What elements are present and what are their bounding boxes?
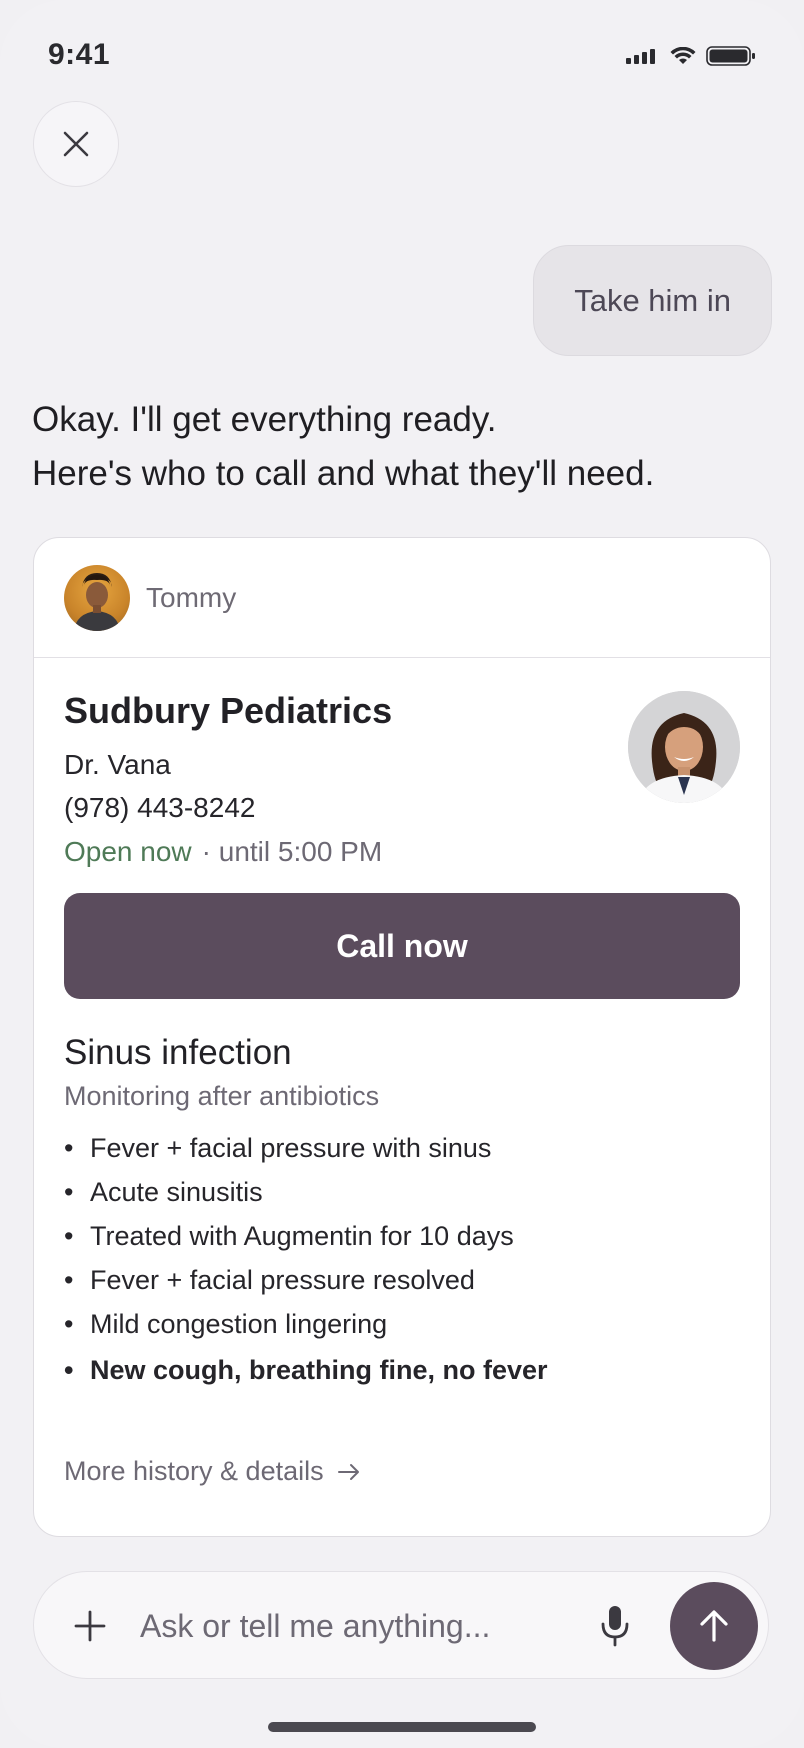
doctor-photo xyxy=(628,691,740,803)
assistant-line: Here's who to call and what they'll need… xyxy=(32,454,655,493)
phone-screen: 9:41 Take him in Okay. I'll get everythi… xyxy=(0,0,804,1748)
arrow-up-icon xyxy=(700,1610,728,1642)
list-item: Mild congestion lingering xyxy=(64,1302,548,1346)
close-icon xyxy=(63,131,89,157)
condition-title: Sinus infection xyxy=(64,1033,292,1072)
more-history-link[interactable]: More history & details xyxy=(64,1456,360,1487)
condition-history-list: Fever + facial pressure with sinus Acute… xyxy=(64,1126,548,1392)
list-item: Fever + facial pressure with sinus xyxy=(64,1126,548,1170)
patient-avatar xyxy=(64,564,130,631)
call-now-button[interactable]: Call now xyxy=(64,893,740,999)
home-indicator[interactable] xyxy=(268,1722,536,1732)
list-item: New cough, breathing fine, no fever xyxy=(64,1348,548,1392)
user-message-bubble: Take him in xyxy=(533,245,772,356)
card-header: Tommy xyxy=(34,538,770,658)
battery-icon xyxy=(706,46,755,66)
list-item: Treated with Augmentin for 10 days xyxy=(64,1214,548,1258)
patient-name: Tommy xyxy=(146,581,237,613)
microphone-icon xyxy=(601,1606,629,1647)
list-item: Fever + facial pressure resolved xyxy=(64,1258,548,1302)
condition-subtitle: Monitoring after antibiotics xyxy=(64,1081,380,1111)
plus-icon xyxy=(74,1610,106,1642)
hours-until: · until 5:00 PM xyxy=(201,836,383,867)
microphone-button[interactable] xyxy=(600,1604,630,1648)
clinic-name: Sudbury Pediatrics xyxy=(64,690,393,731)
close-button[interactable] xyxy=(33,101,119,187)
message-composer xyxy=(33,1571,769,1679)
more-history-label: More history & details xyxy=(64,1456,324,1486)
phone-number[interactable]: (978) 443-8242 xyxy=(64,792,255,824)
message-input[interactable] xyxy=(140,1596,560,1656)
send-button[interactable] xyxy=(670,1582,758,1670)
cellular-signal-icon xyxy=(626,49,655,64)
clinic-info: Sudbury Pediatrics xyxy=(64,690,392,732)
add-attachment-button[interactable] xyxy=(70,1606,110,1646)
assistant-line: Okay. I'll get everything ready. xyxy=(32,400,497,439)
care-card: Tommy Sudbury Pediatrics Dr. Vana (978) … xyxy=(33,537,771,1537)
doctor-name: Dr. Vana xyxy=(64,749,171,780)
hours: Open now · until 5:00 PM xyxy=(64,836,382,868)
list-item: Acute sinusitis xyxy=(64,1170,548,1214)
wifi-icon xyxy=(670,47,696,64)
open-status: Open now xyxy=(64,836,192,867)
arrow-right-icon xyxy=(337,1463,359,1480)
status-icons xyxy=(626,46,756,66)
assistant-message: Okay. I'll get everything ready. Here's … xyxy=(32,393,772,501)
status-time: 9:41 xyxy=(48,38,111,71)
